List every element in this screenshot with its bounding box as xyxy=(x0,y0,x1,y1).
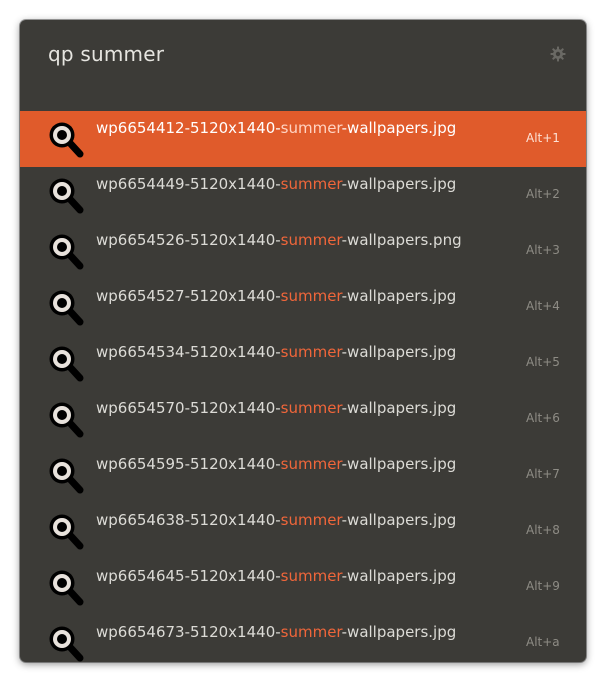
result-title-suffix: -wallpapers.jpg xyxy=(341,287,457,305)
result-title-prefix: wp6654534-5120x1440- xyxy=(96,343,281,361)
result-title-prefix: wp6654449-5120x1440- xyxy=(96,175,281,193)
result-title-prefix: wp6654638-5120x1440- xyxy=(96,511,281,529)
search-header: qp summer xyxy=(20,20,586,90)
result-title-prefix: wp6654595-5120x1440- xyxy=(96,455,281,473)
result-item[interactable]: wp6654673-5120x1440-summer-wallpapers.jp… xyxy=(20,615,586,662)
magnifier-icon xyxy=(49,458,84,494)
result-title: wp6654526-5120x1440-summer-wallpapers.pn… xyxy=(96,231,462,249)
result-shortcut: Alt+5 xyxy=(526,355,560,369)
magnifier-icon xyxy=(49,402,84,438)
magnifier-icon xyxy=(49,234,84,270)
result-title-suffix: -wallpapers.jpg xyxy=(341,399,457,417)
result-title-match: summer xyxy=(280,623,342,641)
result-title-prefix: wp6654526-5120x1440- xyxy=(96,231,281,249)
result-title-suffix: -wallpapers.png xyxy=(341,231,462,249)
result-title-match: summer xyxy=(280,231,342,249)
result-title-suffix: -wallpapers.jpg xyxy=(341,511,457,529)
result-item[interactable]: wp6654449-5120x1440-summer-wallpapers.jp… xyxy=(20,167,586,223)
result-shortcut: Alt+9 xyxy=(526,579,560,593)
result-title-suffix: -wallpapers.jpg xyxy=(341,623,457,641)
result-title-suffix: -wallpapers.jpg xyxy=(341,567,457,585)
result-shortcut: Alt+2 xyxy=(526,187,560,201)
result-item[interactable]: wp6654527-5120x1440-summer-wallpapers.jp… xyxy=(20,279,586,335)
result-shortcut: Alt+6 xyxy=(526,411,560,425)
magnifier-icon xyxy=(49,626,84,662)
magnifier-icon xyxy=(49,570,84,606)
magnifier-icon xyxy=(49,290,84,326)
result-title-match: summer xyxy=(280,455,342,473)
result-title-match: summer xyxy=(280,511,342,529)
result-shortcut: Alt+7 xyxy=(526,467,560,481)
launcher-window: qp summer wp6654412-5120x1440-summer-wal… xyxy=(20,20,586,662)
result-title-match: summer xyxy=(280,119,342,137)
result-shortcut: Alt+a xyxy=(526,635,560,649)
result-title: wp6654527-5120x1440-summer-wallpapers.jp… xyxy=(96,287,456,305)
result-title-prefix: wp6654673-5120x1440- xyxy=(96,623,281,641)
result-item[interactable]: wp6654412-5120x1440-summer-wallpapers.jp… xyxy=(20,111,586,167)
result-title-suffix: -wallpapers.jpg xyxy=(341,175,457,193)
result-title-prefix: wp6654570-5120x1440- xyxy=(96,399,281,417)
result-title-match: summer xyxy=(280,567,342,585)
result-list: wp6654412-5120x1440-summer-wallpapers.jp… xyxy=(20,111,586,662)
result-item[interactable]: wp6654526-5120x1440-summer-wallpapers.pn… xyxy=(20,223,586,279)
result-item[interactable]: wp6654570-5120x1440-summer-wallpapers.jp… xyxy=(20,391,586,447)
result-title-match: summer xyxy=(280,343,342,361)
result-title-prefix: wp6654527-5120x1440- xyxy=(96,287,281,305)
magnifier-icon xyxy=(49,178,84,214)
result-title: wp6654673-5120x1440-summer-wallpapers.jp… xyxy=(96,623,456,641)
result-title: wp6654412-5120x1440-summer-wallpapers.jp… xyxy=(96,119,456,137)
result-shortcut: Alt+8 xyxy=(526,523,560,537)
result-title: wp6654645-5120x1440-summer-wallpapers.jp… xyxy=(96,567,456,585)
result-title-match: summer xyxy=(280,399,342,417)
result-title-match: summer xyxy=(280,175,342,193)
search-input[interactable]: qp summer xyxy=(48,42,164,66)
result-shortcut: Alt+1 xyxy=(526,131,560,145)
result-title: wp6654570-5120x1440-summer-wallpapers.jp… xyxy=(96,399,456,417)
result-title: wp6654449-5120x1440-summer-wallpapers.jp… xyxy=(96,175,456,193)
result-title: wp6654638-5120x1440-summer-wallpapers.jp… xyxy=(96,511,456,529)
result-title-prefix: wp6654412-5120x1440- xyxy=(96,119,281,137)
result-item[interactable]: wp6654534-5120x1440-summer-wallpapers.jp… xyxy=(20,335,586,391)
magnifier-icon xyxy=(49,346,84,382)
result-item[interactable]: wp6654638-5120x1440-summer-wallpapers.jp… xyxy=(20,503,586,559)
result-title-suffix: -wallpapers.jpg xyxy=(341,455,457,473)
result-title-prefix: wp6654645-5120x1440- xyxy=(96,567,281,585)
magnifier-icon xyxy=(49,122,84,158)
result-shortcut: Alt+4 xyxy=(526,299,560,313)
result-title-match: summer xyxy=(280,287,342,305)
gear-icon[interactable] xyxy=(550,46,566,62)
result-title-suffix: -wallpapers.jpg xyxy=(341,119,457,137)
result-item[interactable]: wp6654645-5120x1440-summer-wallpapers.jp… xyxy=(20,559,586,615)
magnifier-icon xyxy=(49,514,84,550)
result-item[interactable]: wp6654595-5120x1440-summer-wallpapers.jp… xyxy=(20,447,586,503)
result-title: wp6654534-5120x1440-summer-wallpapers.jp… xyxy=(96,343,456,361)
result-title-suffix: -wallpapers.jpg xyxy=(341,343,457,361)
result-shortcut: Alt+3 xyxy=(526,243,560,257)
result-title: wp6654595-5120x1440-summer-wallpapers.jp… xyxy=(96,455,456,473)
